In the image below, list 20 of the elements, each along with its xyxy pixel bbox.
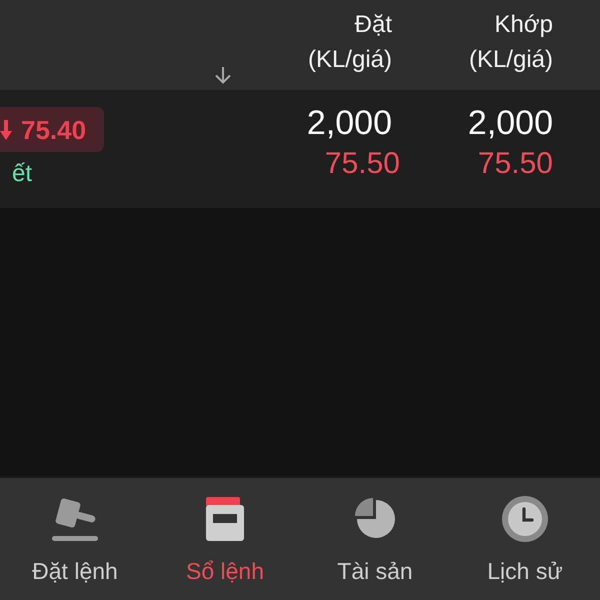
clock-icon [502,496,548,542]
nav-tab[interactable]: Tài sản [300,478,450,600]
order-book-icon [206,496,244,542]
column-header-title: Khớp [494,10,553,40]
column-header-subtitle: (KL/giá) [468,45,553,75]
order-volume: 2,000 [306,103,392,144]
gavel-icon [52,496,98,542]
column-header-title: Đặt [354,10,392,40]
matched-price: 75.50 [478,146,553,182]
order-status: ết [11,159,32,189]
sort-arrow-icon[interactable] [214,66,232,84]
nav-tab[interactable]: Lịch sử [450,478,600,600]
order-row[interactable]: 75.40 ết 2,000 75.50 2,000 75.50 [0,90,600,208]
nav-tab[interactable]: Đặt lệnh [0,478,150,600]
column-header-subtitle: (KL/giá) [308,45,392,75]
price-badge: 75.40 [0,107,104,152]
matched-volume: 2,000 [468,103,553,144]
down-arrow-icon [0,120,12,140]
order-price: 75.50 [324,146,400,182]
nav-tab[interactable]: Sổ lệnh [150,478,300,600]
